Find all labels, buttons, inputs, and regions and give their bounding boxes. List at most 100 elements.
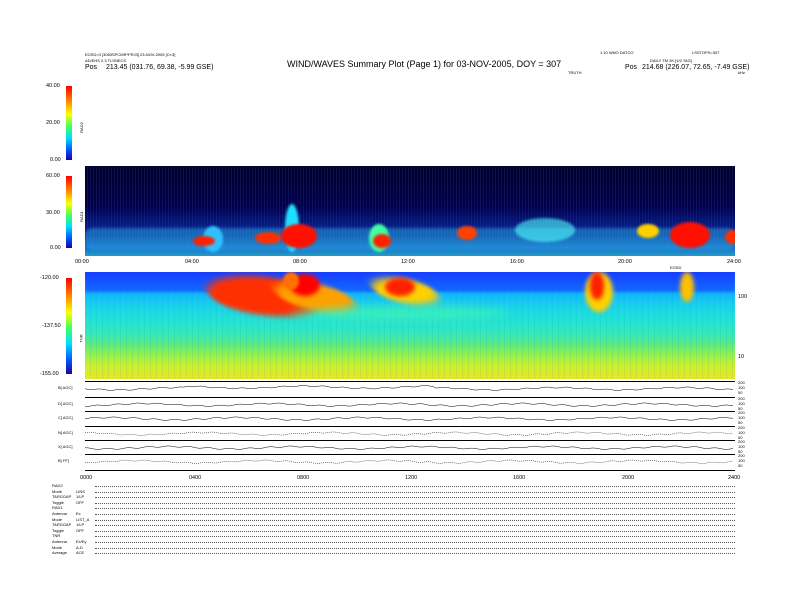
info-label: Mode	[52, 544, 63, 550]
rad1-label: RAD1	[78, 211, 84, 222]
line-panel-label: B[ FF]	[58, 458, 69, 463]
truth-label: TRUTH	[568, 70, 582, 75]
rad2-tick-mid: 20.00	[46, 120, 60, 126]
info-dotted-line	[95, 497, 735, 499]
info-label: TARGGAP	[52, 522, 72, 528]
mid-time-4: 16:00	[510, 259, 524, 265]
line-panel-path	[85, 431, 734, 436]
line-panel-path	[85, 445, 734, 450]
info-label: Mode	[52, 488, 63, 494]
info-dotted-line	[95, 486, 735, 487]
line-panel-path	[85, 385, 734, 391]
line-panel-trace	[85, 402, 734, 407]
info-value: OFF	[76, 499, 84, 505]
bottom-time-1: 0400	[189, 475, 202, 481]
tnr-tick-bottom: -155.00	[40, 371, 59, 377]
rad2-tick-top: 40.00	[46, 83, 60, 89]
info-dotted-line	[95, 542, 735, 543]
bottom-time-6: 2400	[728, 475, 741, 481]
info-value: 1/LP	[76, 522, 85, 528]
info-value: 1/LP	[76, 494, 85, 500]
info-label: TNR	[52, 533, 61, 539]
line-panel-trace	[85, 445, 734, 450]
info-label: Antenna	[52, 539, 67, 544]
line-panel-path	[85, 402, 734, 407]
line-panel-label: B[ AGC]	[58, 385, 73, 390]
header-right-pos: 214.68 (226.07, 72.65, -7.49 GSE)	[642, 64, 750, 71]
header-left-line2: AD/EHS 2.3 TLSNECS	[85, 58, 127, 63]
rad1-tick-bottom: 0.00	[50, 245, 61, 251]
info-value: LIST_A	[76, 516, 90, 522]
header-left-line1: EOSD=3 [3063SPCMR*PRJ3] 23-NOV-2005 [Cr:…	[85, 52, 176, 57]
bottom-time-3: 1200	[405, 475, 418, 481]
line-panel-bottom-border	[85, 470, 735, 471]
info-value: OFF	[76, 527, 84, 533]
khz-label: kHz	[738, 70, 745, 75]
tnr-right-tick-10: 10	[738, 354, 745, 360]
info-dotted-line	[95, 514, 735, 515]
line-panel-label: N[ AGC]	[58, 430, 73, 435]
mid-time-1: 04:00	[185, 259, 199, 265]
rad2-tick-bottom: 0.00	[50, 157, 61, 163]
rad1-spectrogram	[85, 166, 735, 256]
rad1-colorbar	[66, 176, 72, 248]
header-right-line2: DAILY TM 2K [1/0 TAG]	[650, 58, 692, 63]
line-panel-right-tick: 50	[738, 390, 743, 395]
header-right-line1: LSSTOPS=307	[692, 50, 720, 55]
line-panel-trace	[85, 385, 734, 391]
info-label: TARGGAP	[52, 494, 72, 500]
info-label: Toggle	[52, 499, 64, 505]
page-title: WIND/WAVES Summary Plot (Page 1) for 03-…	[287, 59, 562, 69]
info-dotted-line	[95, 536, 735, 538]
line-panel-trace	[85, 459, 734, 464]
info-value: Ex	[76, 511, 81, 516]
info-value: ACE	[76, 550, 85, 556]
info-dotted-line	[95, 547, 735, 549]
info-label: Average	[52, 550, 67, 556]
line-panel-trace	[85, 416, 734, 421]
line-panel-right-tick: 50	[738, 463, 743, 468]
info-dotted-line	[95, 508, 735, 510]
info-dotted-line	[95, 519, 735, 521]
tnr-right-tick-100: 100	[738, 294, 748, 300]
rad1-tick-top: 60.00	[46, 173, 60, 179]
header-right-line1b: 1.10 WNO DATCO	[600, 50, 634, 55]
mid-time-0: 00:00	[75, 259, 89, 265]
mid-time-6: 24:00	[727, 259, 741, 265]
rad2-label: RAD2	[78, 122, 84, 133]
tnr-label: TNR	[78, 334, 84, 343]
info-dotted-line	[95, 525, 735, 527]
header-right-pos-label: Pos	[625, 64, 638, 71]
bottom-time-2: 0800	[297, 475, 310, 481]
tnr-spectrogram	[85, 272, 735, 379]
info-label: Toggle	[52, 527, 64, 533]
info-value: Ex/Ey	[76, 539, 87, 544]
rad1-tick-mid: 30.00	[46, 210, 60, 216]
bottom-time-5: 2000	[622, 475, 635, 481]
bottom-time-0: 0000	[80, 475, 93, 481]
info-label: Mode	[52, 516, 63, 522]
mid-time-3: 12:00	[401, 259, 415, 265]
mid-time-5: 20:00	[618, 259, 632, 265]
info-label: RAD2	[52, 483, 63, 488]
rad2-colorbar	[66, 86, 72, 160]
line-panel-label: D[ AGC]	[58, 401, 73, 406]
tnr-tick-top: -120.00	[40, 275, 59, 281]
tnr-colorbar	[66, 278, 72, 374]
info-value: LINS	[76, 488, 85, 494]
info-dotted-line	[95, 530, 735, 532]
info-dotted-line	[95, 502, 735, 504]
mid-time-2: 08:00	[293, 259, 307, 265]
bottom-time-4: 1600	[513, 475, 526, 481]
info-value: A-D	[76, 544, 83, 550]
line-panel-label: X[ AGC]	[58, 444, 73, 449]
info-dotted-line	[95, 491, 735, 493]
info-dotted-line	[95, 553, 735, 555]
line-panel-trace	[85, 431, 734, 436]
info-label: Antenna	[52, 511, 67, 516]
info-label: RAD1	[52, 505, 63, 511]
tnr-tick-mid: -137.50	[42, 323, 61, 329]
line-panel-path	[85, 459, 734, 464]
tnr-top-label: EOSD	[670, 265, 682, 270]
line-panel-path	[85, 416, 734, 421]
